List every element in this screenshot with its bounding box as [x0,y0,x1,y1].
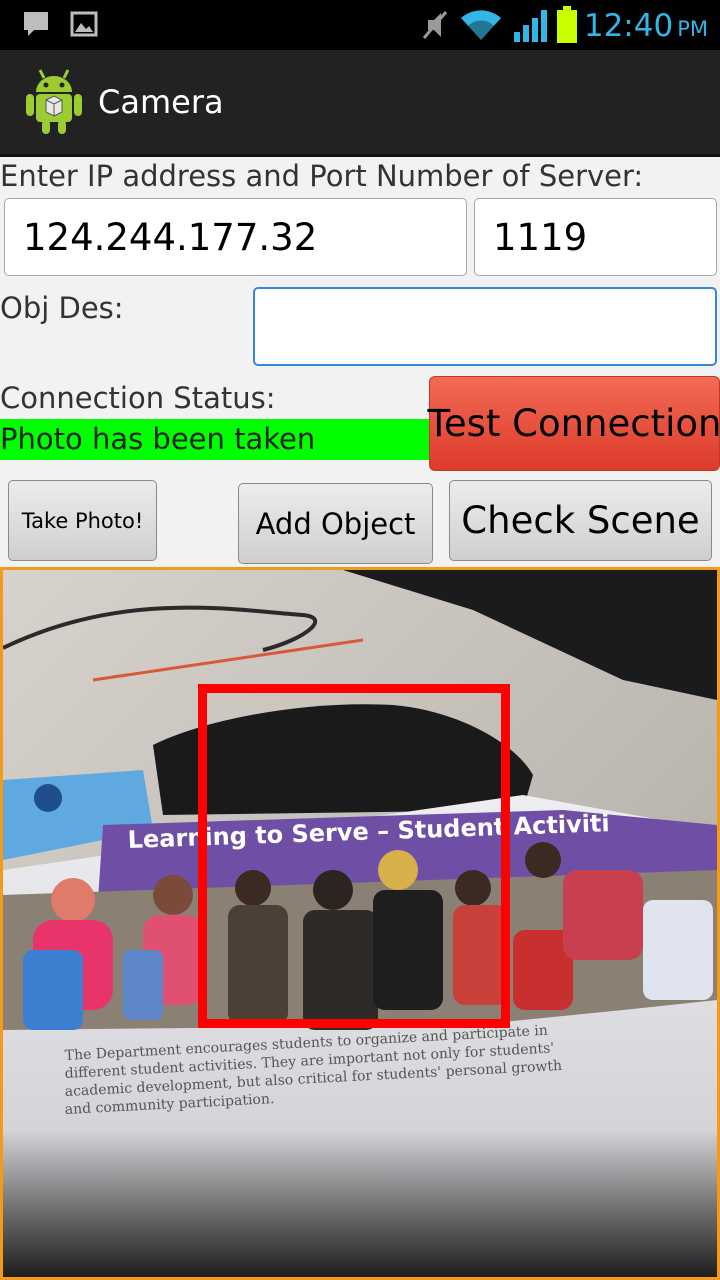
server-label: Enter IP address and Port Number of Serv… [0,159,644,193]
obj-des-field[interactable] [253,287,717,366]
clock-time: 12:40 [583,8,674,44]
obj-des-label: Obj Des: [0,291,124,325]
connection-status-label: Connection Status: [0,381,276,415]
status-bar: 12:40 PM [0,0,720,50]
detection-box [198,684,510,1028]
camera-preview: Learning to Serve – Student Activiti The… [0,567,720,1280]
test-connection-button[interactable]: Test Connection [428,376,720,471]
add-object-button[interactable]: Add Object [238,483,433,564]
action-bar: Camera [0,50,720,157]
ip-address-field[interactable]: 124.244.177.32 [4,198,467,276]
check-scene-button[interactable]: Check Scene [449,480,712,561]
clock: 12:40 PM [584,4,708,48]
wifi-icon [461,10,501,40]
image-icon [70,11,98,37]
clock-ampm: PM [677,17,708,41]
connection-status-value: Photo has been taken [0,419,430,460]
take-photo-button[interactable]: Take Photo! [8,480,157,561]
mute-icon [422,11,448,39]
app-title: Camera [98,83,224,121]
signal-icon [514,10,547,42]
battery-icon [557,6,577,43]
port-field[interactable]: 1119 [474,198,717,276]
android-app-icon[interactable] [24,66,84,136]
chat-icon [24,12,48,36]
